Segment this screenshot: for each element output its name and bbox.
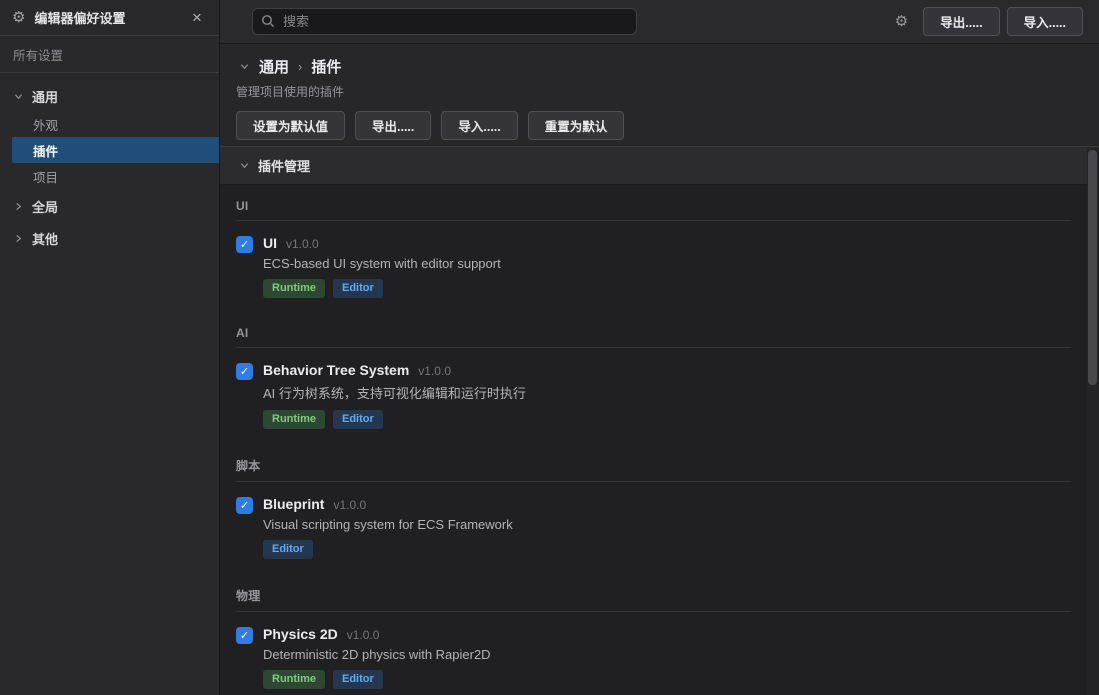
breadcrumb: 通用 › 插件	[240, 56, 1083, 77]
search-input[interactable]	[252, 8, 637, 35]
plugin-name: Blueprint	[263, 496, 324, 512]
import-button[interactable]: 导入.....	[441, 111, 517, 140]
nav-group-header-global[interactable]: 全局	[0, 191, 219, 221]
runtime-badge: Runtime	[263, 279, 325, 298]
nav-group-general: 通用 外观 插件 项目	[0, 81, 219, 189]
chevron-right-icon	[14, 202, 23, 211]
nav-group-label: 全局	[32, 197, 58, 216]
plugin-row: ✓ Physics 2D v1.0.0 Deterministic 2D phy…	[236, 612, 1071, 695]
plugin-version: v1.0.0	[333, 498, 366, 512]
chevron-right-icon	[14, 234, 23, 243]
category-label: UI	[236, 199, 1071, 221]
page-header: 通用 › 插件 管理项目使用的插件 设置为默认值 导出..... 导入.....…	[220, 44, 1099, 147]
sidebar-item-appearance[interactable]: 外观	[0, 111, 219, 137]
topbar-actions: ⚙ 导出..... 导入.....	[895, 7, 1083, 36]
plugin-name: Physics 2D	[263, 626, 338, 642]
nav-group-global: 全局	[0, 191, 219, 221]
plugin-category-physics: 物理 ✓ Physics 2D v1.0.0 Deterministic 2D …	[236, 573, 1071, 695]
plugin-description: Visual scripting system for ECS Framewor…	[263, 517, 513, 532]
plugin-name: Behavior Tree System	[263, 362, 409, 378]
export-button[interactable]: 导出.....	[923, 7, 999, 36]
runtime-badge: Runtime	[263, 410, 325, 429]
panel-title: 编辑器偏好设置	[34, 8, 178, 27]
nav-group-other: 其他	[0, 223, 219, 253]
plugin-description: AI 行为树系统，支持可视化编辑和运行时执行	[263, 383, 526, 402]
editor-badge: Editor	[263, 540, 313, 559]
export-button[interactable]: 导出.....	[355, 111, 431, 140]
plugin-row: ✓ Behavior Tree System v1.0.0 AI 行为树系统，支…	[236, 348, 1071, 443]
gear-icon: ⚙	[12, 10, 25, 25]
plugin-info: Blueprint v1.0.0 Visual scripting system…	[263, 496, 513, 559]
plugin-version: v1.0.0	[418, 364, 451, 378]
settings-nav: 通用 外观 插件 项目 全局 其他	[0, 73, 219, 253]
page-title: 插件	[311, 56, 341, 77]
category-label: 物理	[236, 587, 1071, 612]
close-icon[interactable]: ×	[187, 8, 207, 28]
scrollbar-track[interactable]	[1087, 148, 1099, 695]
plugin-info: Behavior Tree System v1.0.0 AI 行为树系统，支持可…	[263, 362, 526, 429]
plugin-name: UI	[263, 235, 277, 251]
plugin-category-ai: AI ✓ Behavior Tree System v1.0.0 AI 行为树系…	[236, 312, 1071, 443]
editor-badge: Editor	[333, 670, 383, 689]
nav-group-label: 其他	[32, 229, 58, 248]
preferences-window: ⚙ 编辑器偏好设置 × 所有设置 通用 外观 插件 项目	[0, 0, 1099, 695]
plugin-badges: Runtime Editor	[263, 279, 501, 298]
reset-default-button[interactable]: 重置为默认	[528, 111, 625, 140]
plugin-description: ECS-based UI system with editor support	[263, 256, 501, 271]
all-settings-label: 所有设置	[0, 36, 219, 73]
sidebar-header: ⚙ 编辑器偏好设置 ×	[0, 0, 219, 36]
chevron-down-icon[interactable]	[240, 62, 250, 72]
settings-sidebar: ⚙ 编辑器偏好设置 × 所有设置 通用 外观 插件 项目	[0, 0, 220, 695]
plugin-category-ui: UI ✓ UI v1.0.0 ECS-based UI system with …	[236, 185, 1071, 312]
editor-badge: Editor	[333, 279, 383, 298]
sidebar-item-project[interactable]: 项目	[0, 163, 219, 189]
plugin-management-header[interactable]: 插件管理	[220, 147, 1099, 185]
import-button[interactable]: 导入.....	[1007, 7, 1083, 36]
plugin-info: UI v1.0.0 ECS-based UI system with edito…	[263, 235, 501, 298]
plugin-row: ✓ Blueprint v1.0.0 Visual scripting syst…	[236, 482, 1071, 573]
main-panel: ⚙ 导出..... 导入..... 通用 › 插件 管理项目使用的插件 设置为默…	[220, 0, 1099, 695]
plugin-list: UI ✓ UI v1.0.0 ECS-based UI system with …	[220, 185, 1099, 695]
editor-badge: Editor	[333, 410, 383, 429]
plugin-badges: Runtime Editor	[263, 410, 526, 429]
plugin-category-script: 脚本 ✓ Blueprint v1.0.0 Visual scripting s…	[236, 443, 1071, 573]
plugin-enabled-checkbox[interactable]: ✓	[236, 497, 253, 514]
header-actions: 设置为默认值 导出..... 导入..... 重置为默认	[236, 111, 1083, 140]
chevron-down-icon	[240, 161, 249, 170]
breadcrumb-section: 通用	[259, 56, 289, 77]
plugin-description: Deterministic 2D physics with Rapier2D	[263, 647, 491, 662]
chevron-down-icon	[14, 92, 23, 101]
plugin-version: v1.0.0	[347, 628, 380, 642]
runtime-badge: Runtime	[263, 670, 325, 689]
plugin-enabled-checkbox[interactable]: ✓	[236, 363, 253, 380]
page-description: 管理项目使用的插件	[236, 83, 1083, 100]
plugin-badges: Runtime Editor	[263, 670, 491, 689]
scrollbar-thumb[interactable]	[1088, 150, 1097, 385]
category-label: 脚本	[236, 457, 1071, 482]
set-default-button[interactable]: 设置为默认值	[236, 111, 345, 140]
plugin-management-title: 插件管理	[258, 156, 310, 175]
search-icon	[261, 14, 275, 28]
plugin-enabled-checkbox[interactable]: ✓	[236, 627, 253, 644]
search-box	[252, 8, 637, 35]
sidebar-item-plugins[interactable]: 插件	[12, 137, 219, 163]
plugin-info: Physics 2D v1.0.0 Deterministic 2D physi…	[263, 626, 491, 689]
topbar: ⚙ 导出..... 导入.....	[220, 0, 1099, 44]
plugin-version: v1.0.0	[286, 237, 319, 251]
nav-group-label: 通用	[32, 87, 58, 106]
plugin-row: ✓ UI v1.0.0 ECS-based UI system with edi…	[236, 221, 1071, 312]
plugin-badges: Editor	[263, 540, 513, 559]
gear-icon[interactable]: ⚙	[895, 14, 908, 29]
breadcrumb-separator: ›	[298, 59, 302, 74]
nav-group-header-other[interactable]: 其他	[0, 223, 219, 253]
category-label: AI	[236, 326, 1071, 348]
plugin-enabled-checkbox[interactable]: ✓	[236, 236, 253, 253]
nav-group-header-general[interactable]: 通用	[0, 81, 219, 111]
